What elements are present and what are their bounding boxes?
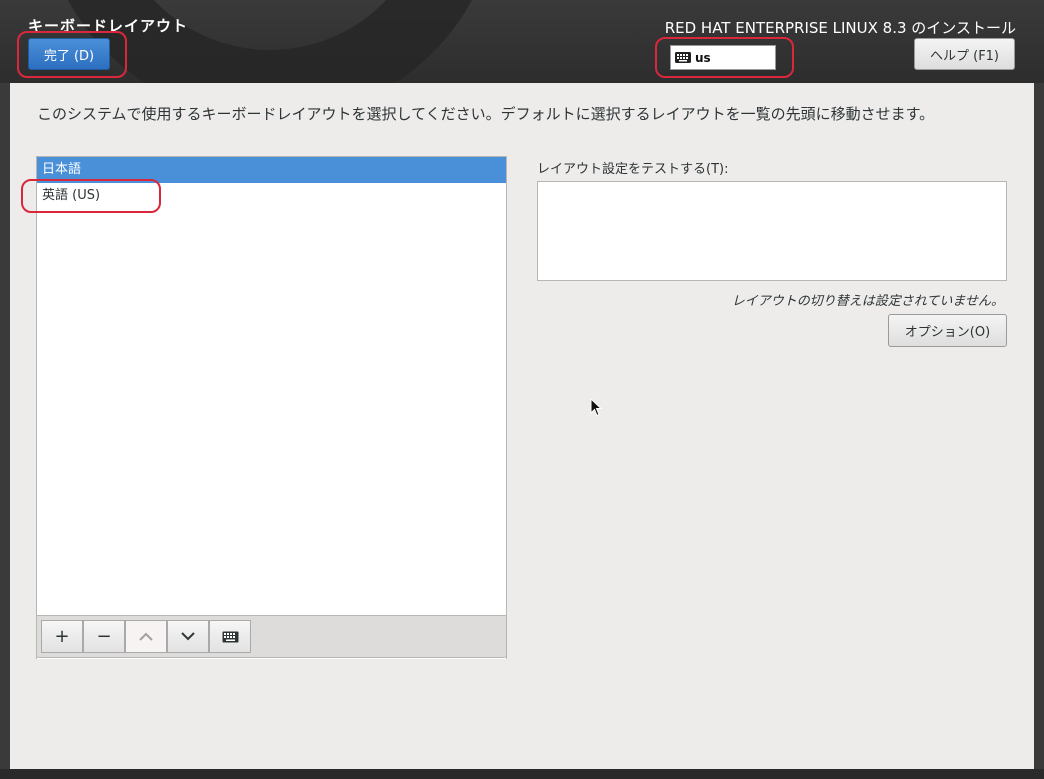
window-edge-right	[1034, 83, 1044, 769]
keyboard-icon	[675, 52, 691, 63]
window-edge-left	[0, 83, 10, 769]
content-area: このシステムで使用するキーボードレイアウトを選択してください。デフォルトに選択す…	[10, 83, 1034, 769]
chevron-up-icon	[139, 632, 153, 641]
move-up-button[interactable]	[125, 620, 167, 653]
done-button[interactable]: 完了 (D)	[28, 38, 110, 70]
minus-icon: −	[96, 626, 112, 647]
product-title: RED HAT ENTERPRISE LINUX 8.3 のインストール	[664, 19, 1016, 37]
plus-icon: +	[54, 626, 70, 647]
header-bar: キーボードレイアウト 完了 (D) RED HAT ENTERPRISE LIN…	[0, 0, 1044, 83]
options-button[interactable]: オプション(O)	[888, 314, 1007, 347]
layout-switch-note: レイアウトの切り替えは設定されていません。	[731, 294, 1004, 309]
preview-layout-button[interactable]	[209, 620, 251, 653]
keyboard-icon	[222, 631, 238, 642]
mouse-cursor-icon	[590, 398, 602, 417]
installer-screen: キーボードレイアウト 完了 (D) RED HAT ENTERPRISE LIN…	[0, 0, 1044, 779]
test-layout-input[interactable]	[537, 181, 1007, 281]
remove-layout-button[interactable]: −	[83, 620, 125, 653]
keyboard-layout-indicator[interactable]: us	[670, 45, 776, 70]
list-item[interactable]: 日本語	[37, 157, 506, 183]
list-item[interactable]: 英語 (US)	[37, 183, 506, 209]
layout-list[interactable]: 日本語 英語 (US)	[36, 156, 507, 659]
layout-list-toolbar: + −	[36, 615, 507, 658]
window-edge-bottom	[0, 769, 1044, 779]
test-layout-label: レイアウト設定をテストする(T):	[537, 162, 729, 177]
move-down-button[interactable]	[167, 620, 209, 653]
help-button[interactable]: ヘルプ (F1)	[914, 38, 1015, 70]
page-title: キーボードレイアウト	[28, 17, 189, 35]
instructions-text: このシステムで使用するキーボードレイアウトを選択してください。デフォルトに選択す…	[37, 105, 935, 123]
chevron-down-icon	[181, 632, 195, 641]
keyboard-indicator-label: us	[695, 50, 711, 65]
add-layout-button[interactable]: +	[41, 620, 83, 653]
